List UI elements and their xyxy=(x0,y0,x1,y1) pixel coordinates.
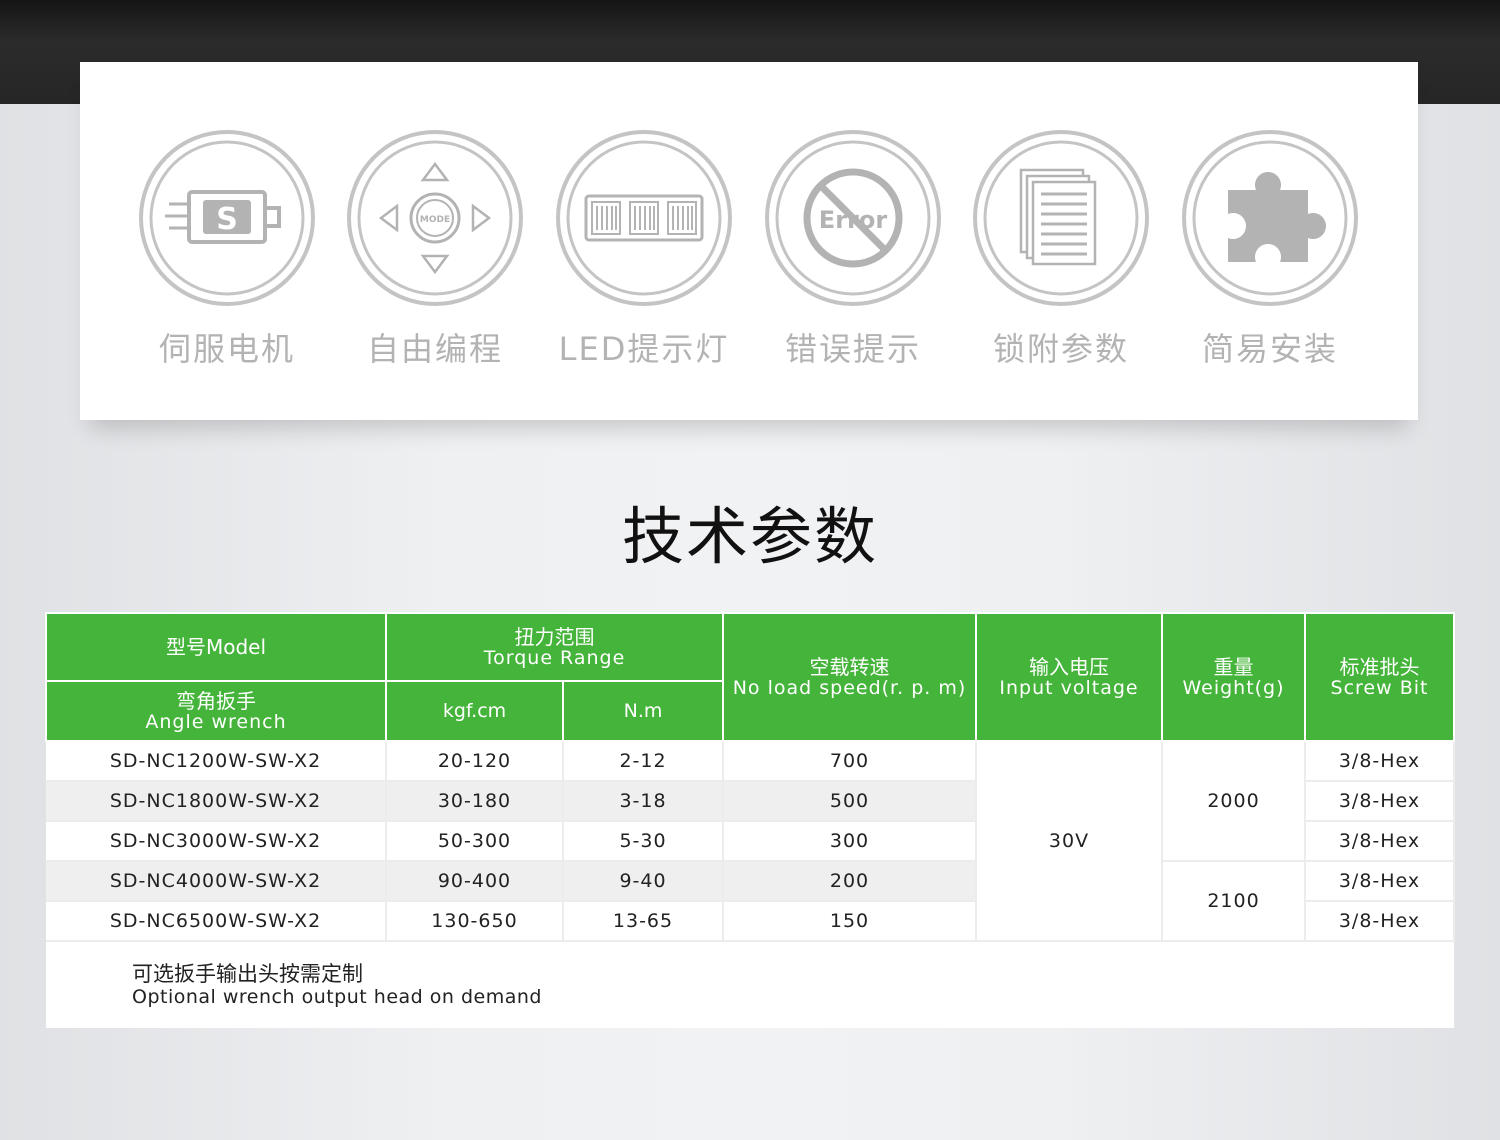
cell-nm: 3-18 xyxy=(563,781,724,822)
features-card: S 伺服电机 MODE 自由编程 LED提示灯 错误提示 锁附参数 简易安装 xyxy=(80,62,1418,420)
header-weight: 重量 Weight(g) xyxy=(1161,612,1306,742)
cell-speed: 150 xyxy=(723,901,977,942)
note-en: Optional wrench output head on demand xyxy=(132,985,542,1008)
cell-speed: 300 xyxy=(723,821,977,862)
cell-weight: 2100 xyxy=(1162,861,1306,942)
feature-free-programming: MODE 自由编程 xyxy=(345,128,525,368)
cell-speed: 700 xyxy=(723,741,977,782)
cell-bit: 3/8-Hex xyxy=(1305,741,1455,782)
cell-nm: 2-12 xyxy=(563,741,724,782)
puzzle-piece-icon xyxy=(1180,128,1360,308)
cell-model: SD-NC4000W-SW-X2 xyxy=(46,861,387,902)
header-unit-nm: N.m xyxy=(562,680,724,742)
cell-bit: 3/8-Hex xyxy=(1305,821,1455,862)
feature-label: 锁附参数 xyxy=(992,330,1129,368)
feature-label: 错误提示 xyxy=(784,330,921,368)
cell-kgf: 90-400 xyxy=(386,861,564,902)
table-row: SD-NC1200W-SW-X2 20-120 2-12 700 30V 200… xyxy=(46,741,1455,942)
motor-letter: S xyxy=(216,202,238,237)
header-no-load-speed: 空载转速 No load speed(r. p. m) xyxy=(722,612,977,742)
header-input-voltage: 输入电压 Input voltage xyxy=(975,612,1163,742)
header-torque-range: 扭力范围 Torque Range xyxy=(385,612,724,682)
cell-kgf: 50-300 xyxy=(386,821,564,862)
mode-dpad-icon: MODE xyxy=(345,128,525,308)
cell-nm: 9-40 xyxy=(563,861,724,902)
cell-model: SD-NC6500W-SW-X2 xyxy=(46,901,387,942)
section-title: 技术参数 xyxy=(621,500,878,573)
mode-label: MODE xyxy=(420,215,450,225)
cell-bit: 3/8-Hex xyxy=(1305,781,1455,822)
error-prohibit-icon: Error xyxy=(763,128,943,308)
cell-bit: 3/8-Hex xyxy=(1305,901,1455,942)
servo-motor-icon: S xyxy=(137,128,317,308)
feature-error-alert: Error 错误提示 xyxy=(763,128,943,368)
cell-bit: 3/8-Hex xyxy=(1305,861,1455,902)
feature-led-indicator: LED提示灯 xyxy=(554,128,734,368)
feature-label: 自由编程 xyxy=(366,330,503,368)
feature-label: LED提示灯 xyxy=(558,330,730,368)
document-stack-icon xyxy=(971,128,1151,308)
table-row: SD-NC4000W-SW-X2 90-400 9-40 200 2100 3/… xyxy=(46,861,1455,942)
cell-model: SD-NC1800W-SW-X2 xyxy=(46,781,387,822)
feature-label: 简易安装 xyxy=(1201,330,1338,368)
header-unit-kgf: kgf.cm xyxy=(385,680,564,742)
feature-label: 伺服电机 xyxy=(158,330,295,368)
cell-weight: 2000 xyxy=(1162,741,1306,862)
cell-kgf: 20-120 xyxy=(386,741,564,782)
note-cn: 可选扳手输出头按需定制 xyxy=(132,961,363,986)
feature-fastening-params: 锁附参数 xyxy=(971,128,1151,368)
header-model: 型号Model xyxy=(45,612,387,682)
cell-model: SD-NC3000W-SW-X2 xyxy=(46,821,387,862)
cell-nm: 5-30 xyxy=(563,821,724,862)
feature-servo-motor: S 伺服电机 xyxy=(137,128,317,368)
spec-table: 型号Model 扭力范围 Torque Range 空载转速 No load s… xyxy=(45,612,1455,1028)
cell-kgf: 130-650 xyxy=(386,901,564,942)
led-display-icon xyxy=(554,128,734,308)
header-angle-wrench: 弯角扳手 Angle wrench xyxy=(45,680,387,742)
header-screw-bit: 标准批头 Screw Bit xyxy=(1304,612,1455,742)
cell-voltage: 30V xyxy=(976,741,1163,942)
cell-speed: 200 xyxy=(723,861,977,902)
cell-kgf: 30-180 xyxy=(386,781,564,822)
cell-model: SD-NC1200W-SW-X2 xyxy=(46,741,387,782)
cell-nm: 13-65 xyxy=(563,901,724,942)
feature-easy-install: 简易安装 xyxy=(1180,128,1360,368)
cell-speed: 500 xyxy=(723,781,977,822)
table-footer-note: 可选扳手输出头按需定制 Optional wrench output head … xyxy=(46,941,1454,1028)
